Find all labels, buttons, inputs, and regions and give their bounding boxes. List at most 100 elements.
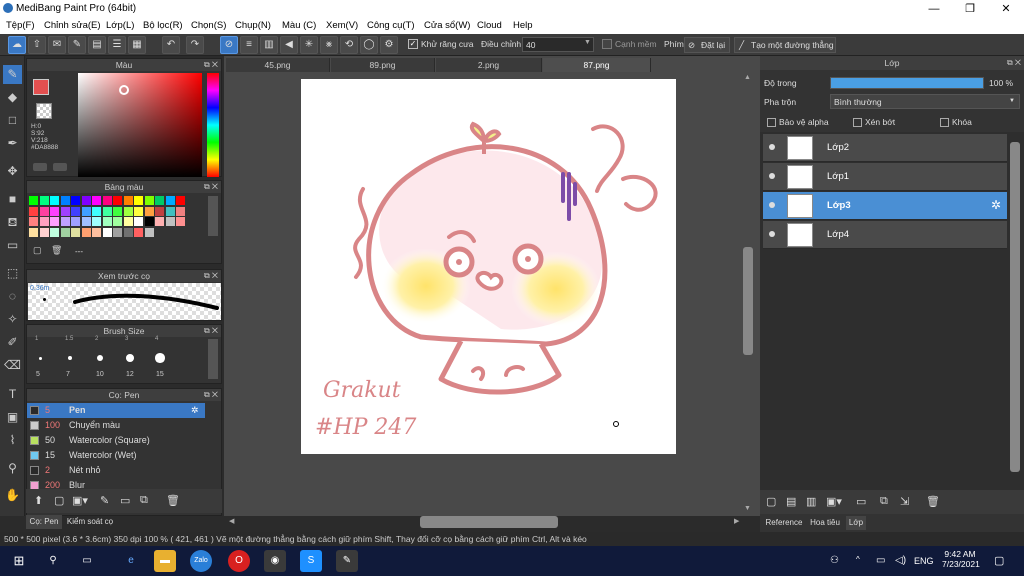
minimize-button[interactable]: — (916, 0, 952, 18)
fill-rect-tool-icon[interactable]: ■ (3, 190, 22, 209)
trash-icon[interactable]: 🗑 (51, 245, 62, 256)
palette-swatch[interactable] (123, 217, 133, 226)
palette-swatch[interactable] (71, 217, 80, 226)
palette-swatch[interactable] (29, 206, 38, 216)
color-swap-button[interactable] (53, 163, 67, 171)
parallel-snap-icon[interactable]: ≡ (240, 36, 258, 54)
panel-close-icon[interactable]: ⧉ ✕ (204, 59, 218, 71)
new-layer-8bit-icon[interactable]: ▤ (786, 495, 796, 508)
chat-icon[interactable]: ✎ (68, 36, 86, 54)
panel-close-icon[interactable]: ⧉ ✕ (1007, 56, 1021, 70)
panel-close-icon[interactable]: ⧉ ✕ (204, 270, 218, 282)
scroll-up-icon[interactable]: ▲ (744, 74, 751, 81)
palette-swatch[interactable] (113, 217, 122, 226)
palette-swatch[interactable] (60, 196, 70, 205)
eye-icon[interactable] (769, 144, 775, 150)
circle-snap-icon[interactable]: ◯ (360, 36, 378, 54)
tab-file-87[interactable]: 87.png (543, 58, 651, 72)
palette-swatch[interactable] (113, 227, 122, 237)
palette-swatch[interactable] (176, 196, 185, 205)
trash-icon[interactable]: 🗑 (166, 494, 180, 507)
folder-icon[interactable]: ▭ (120, 494, 130, 507)
layer-row[interactable]: Lớp4 (763, 221, 1007, 249)
brush-size-dot[interactable] (38, 356, 42, 360)
chrome-icon[interactable]: ◉ (264, 550, 286, 572)
straight-line-button[interactable]: ╱ Tạo một đường thẳng (734, 37, 836, 53)
brush-menu-icon[interactable]: ▣▾ (72, 494, 88, 507)
palette-swatch[interactable] (81, 196, 91, 205)
maximize-button[interactable]: ❐ (952, 0, 988, 18)
palette-swatch[interactable] (50, 227, 59, 237)
panel-close-icon[interactable]: ⧉ ✕ (204, 325, 218, 337)
palette-swatch[interactable] (134, 196, 143, 205)
menu-tools[interactable]: Công cụ(T) (367, 20, 415, 31)
volume-icon[interactable]: ◁) (895, 555, 906, 566)
brush-item[interactable]: 200 Blur (27, 478, 205, 489)
palette-swatch[interactable] (155, 217, 164, 226)
brush-item[interactable]: 5 Pen ✲ (27, 403, 205, 418)
palette-swatch[interactable] (144, 227, 154, 237)
pen-tool-icon[interactable]: ✒ (3, 134, 22, 153)
clip-checkbox[interactable] (853, 118, 862, 127)
palette-swatch[interactable] (176, 206, 185, 216)
saturation-value-picker[interactable] (78, 73, 202, 177)
people-icon[interactable]: ⚇ (830, 555, 839, 566)
brush-tool-icon[interactable]: ✎ (3, 65, 22, 84)
windows-start-icon[interactable]: ⊞ (8, 550, 30, 572)
snap-off-icon[interactable]: ⊘ (220, 36, 238, 54)
duplicate-icon[interactable]: ⧉ (140, 494, 148, 507)
select-eraser-icon[interactable]: ⌫ (3, 356, 22, 375)
palette-swatch[interactable] (123, 206, 133, 216)
opacity-slider[interactable] (830, 77, 984, 89)
gradient-tool-icon[interactable]: ▭ (3, 236, 22, 255)
drawing-canvas[interactable]: Grakut #HP 247 (301, 79, 676, 454)
panel-close-icon[interactable]: ⧉ ✕ (204, 389, 218, 401)
menu-edit[interactable]: Chỉnh sửa(E) (44, 20, 101, 31)
layer-menu-icon[interactable]: ▣▾ (826, 495, 842, 508)
search-icon[interactable]: ⚲ (42, 550, 64, 572)
language-indicator[interactable]: ENG (914, 556, 934, 566)
palette-swatch[interactable] (50, 196, 59, 205)
blend-select[interactable]: Bình thường ▼ (830, 94, 1020, 109)
cloud-icon[interactable]: ☁ (8, 36, 26, 54)
palette-swatch[interactable] (102, 217, 112, 226)
scroll-right-icon[interactable]: ▶ (734, 517, 739, 525)
document-icon[interactable]: ▤ (88, 36, 106, 54)
task-view-icon[interactable]: ▭ (76, 550, 98, 572)
brush-size-scrollbar[interactable] (208, 339, 218, 379)
lock-checkbox[interactable] (940, 118, 949, 127)
palette-swatch[interactable] (81, 227, 91, 237)
palette-swatch[interactable] (92, 196, 101, 205)
palette-swatch[interactable] (134, 217, 143, 226)
scroll-down-icon[interactable]: ▼ (744, 505, 751, 512)
horizontal-scrollbar[interactable] (420, 516, 558, 528)
palette-swatch[interactable] (60, 227, 70, 237)
menu-select[interactable]: Chọn(S) (191, 20, 226, 31)
palette-swatch[interactable] (155, 196, 164, 205)
palette-swatch[interactable] (29, 217, 38, 226)
eye-icon[interactable] (769, 231, 775, 237)
clock[interactable]: 9:42 AM 7/23/2021 (942, 549, 980, 569)
panel-close-icon[interactable]: ⧉ ✕ (204, 181, 218, 193)
palette-swatch[interactable] (102, 196, 112, 205)
background-color-swatch[interactable] (36, 103, 52, 119)
palette-swatch[interactable] (39, 206, 49, 216)
menu-color[interactable]: Màu (C) (282, 20, 316, 31)
file-explorer-icon[interactable]: ▬ (154, 550, 176, 572)
palette-scrollbar[interactable] (208, 196, 218, 236)
hand-tool-icon[interactable]: ✋ (3, 486, 22, 505)
new-brush-icon[interactable]: ▢ (54, 494, 64, 507)
radial-snap-icon[interactable]: ✳ (300, 36, 318, 54)
grid-icon[interactable]: ▦ (128, 36, 146, 54)
lasso-tool-icon[interactable]: ◌ (3, 287, 22, 306)
foreground-color-swatch[interactable] (33, 79, 49, 95)
rectangle-tool-icon[interactable]: □ (3, 111, 22, 130)
menu-filter[interactable]: Bộ lọc(R) (143, 20, 183, 31)
gear-icon[interactable]: ✲ (191, 403, 199, 418)
brush-item[interactable]: 100 Chuyển màu (27, 418, 205, 433)
folder-icon[interactable]: ▭ (856, 495, 866, 508)
reset-button[interactable]: ⊘ Đặt lại (684, 37, 730, 53)
menu-view[interactable]: Xem(V) (326, 20, 358, 31)
gear-icon[interactable]: ✲ (991, 198, 1001, 212)
palette-swatch[interactable] (165, 217, 175, 226)
